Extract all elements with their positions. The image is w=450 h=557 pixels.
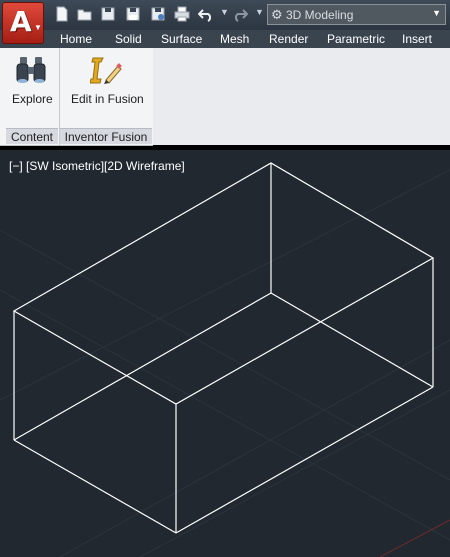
tab-mesh[interactable]: Mesh [220,32,249,46]
view-control[interactable]: [SW Isometric] [26,159,104,173]
wireframe-box[interactable] [12,162,435,534]
panel-title-inventor-fusion[interactable]: Inventor Fusion [60,128,152,144]
viewport-controls[interactable]: [−] [9,159,23,173]
new-icon[interactable] [54,6,70,22]
fusion-icon[interactable] [89,55,124,92]
axis-line-red [379,519,450,557]
plot-icon[interactable] [174,6,190,22]
ribbon-empty-area [153,48,450,145]
application-menu-icon: A [10,5,32,38]
panel-title-content[interactable]: Content [6,128,58,144]
tab-home[interactable]: Home [60,32,92,46]
redo-icon[interactable] [232,6,248,22]
binoculars-icon[interactable] [16,55,46,92]
tab-solid[interactable]: Solid [115,32,142,46]
application-menu-button[interactable]: A ▼ [2,2,44,44]
tab-surface[interactable]: Surface [161,32,202,46]
tab-parametric[interactable]: Parametric [327,32,385,46]
undo-dropdown-icon[interactable]: ▼ [220,7,229,17]
viewport-label: [−] [SW Isometric][2D Wireframe] [9,159,185,173]
visual-style-control[interactable]: [2D Wireframe] [104,159,185,173]
save-icon[interactable] [100,6,116,22]
explore-button[interactable]: Explore [12,92,53,106]
drawing-area[interactable] [0,150,450,557]
model-space-canvas [0,162,450,557]
workspace-switcher[interactable]: ⚙ 3D Modeling ▼ [267,4,446,25]
open-icon[interactable] [77,6,93,22]
edit-in-fusion-button[interactable]: Edit in Fusion [71,92,144,106]
tab-insert[interactable]: Insert [402,32,432,46]
save-to-web-icon[interactable] [150,6,166,22]
tab-render[interactable]: Render [269,32,308,46]
workspace-label: 3D Modeling [286,8,354,22]
save-as-icon[interactable] [125,6,141,22]
chevron-down-icon: ▼ [432,8,441,18]
gear-icon: ⚙ [271,7,283,22]
ribbon-tab-bar: Home Solid Surface Mesh Render Parametri… [0,30,450,48]
chevron-down-icon: ▼ [34,23,42,32]
undo-icon[interactable] [198,6,214,22]
redo-dropdown-icon[interactable]: ▼ [255,7,264,17]
